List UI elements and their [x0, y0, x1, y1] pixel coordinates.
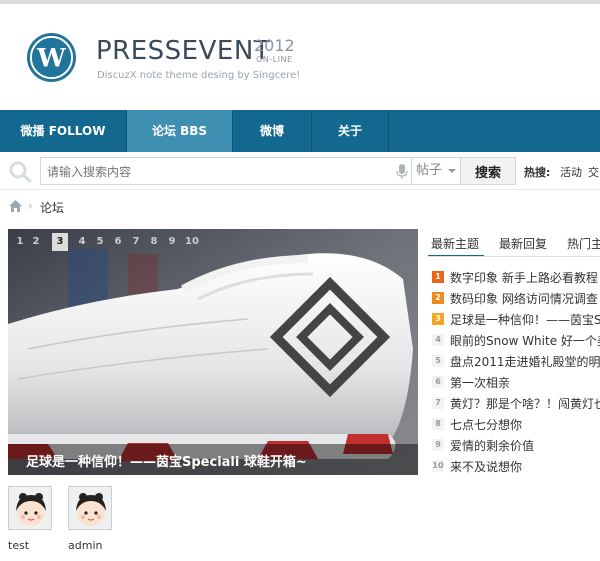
chevron-right-icon: › — [28, 199, 33, 213]
slide-caption-bar: 足球是一种信仰！——茵宝Speciali 球鞋开箱~ — [8, 444, 418, 475]
thread-item[interactable]: 6 第一次相亲 — [432, 373, 600, 394]
slide-number[interactable]: 1 — [12, 233, 28, 251]
hot-search-link[interactable]: 活动 — [560, 164, 582, 180]
tab-hot-threads[interactable]: 热门主 — [567, 235, 600, 252]
rank-badge: 1 — [432, 271, 444, 283]
site-tagline: DiscuzX note theme desing by Singcere! — [97, 70, 301, 81]
rank-badge: 6 — [432, 376, 444, 388]
avatar[interactable] — [8, 486, 52, 530]
rank-badge: 8 — [432, 418, 444, 430]
thread-list: 1 数字印象 新手上路必看教程 2 数码印象 网络访问情况调查 3 足球是一种信… — [432, 268, 600, 478]
thread-title[interactable]: 眼前的Snow White 好一个美人 — [450, 332, 600, 349]
image-slider[interactable]: 1 2 3 4 5 6 7 8 9 10 足球是一种信仰！——茵宝Special… — [8, 229, 418, 475]
wordpress-logo-icon[interactable]: W — [26, 32, 77, 83]
slide-image[interactable] — [8, 229, 418, 475]
thread-title[interactable]: 爱情的剩余价值 — [450, 437, 534, 454]
site-year: 2012 — [254, 36, 295, 55]
thread-item[interactable]: 9 爱情的剩余价值 — [432, 436, 600, 457]
thread-item[interactable]: 3 足球是一种信仰！——茵宝Spe — [432, 310, 600, 331]
nav-divider — [388, 110, 389, 152]
tab-latest-threads[interactable]: 最新主题 — [431, 235, 479, 252]
slide-number[interactable]: 10 — [184, 233, 200, 251]
slide-caption[interactable]: 足球是一种信仰！——茵宝Speciali 球鞋开箱~ — [26, 451, 307, 470]
rank-badge: 3 — [432, 313, 444, 325]
slide-number[interactable]: 6 — [110, 233, 126, 251]
slide-number[interactable]: 4 — [74, 233, 90, 251]
search-input[interactable] — [47, 162, 387, 182]
thread-title[interactable]: 来不及说想你 — [450, 458, 522, 475]
search-button[interactable]: 搜索 — [460, 157, 516, 185]
nav-item-bbs[interactable]: 论坛 BBS — [127, 110, 232, 152]
thread-title[interactable]: 数码印象 网络访问情况调查 — [450, 290, 598, 307]
tab-latest-replies[interactable]: 最新回复 — [499, 235, 547, 252]
hot-search-label: 热搜: — [524, 166, 551, 179]
home-icon[interactable] — [9, 200, 22, 212]
thread-item[interactable]: 8 七点七分想你 — [432, 415, 600, 436]
thread-item[interactable]: 2 数码印象 网络访问情况调查 — [432, 289, 600, 310]
thread-title[interactable]: 盘点2011走进婚礼殿堂的明星 — [450, 353, 600, 370]
site-header: W PRESSEVENT 2012 ON-LINE DiscuzX note t… — [0, 4, 600, 110]
rank-badge: 9 — [432, 439, 444, 451]
thread-item[interactable]: 1 数字印象 新手上路必看教程 — [432, 268, 600, 289]
rank-badge: 2 — [432, 292, 444, 304]
rank-badge: 7 — [432, 397, 444, 409]
nav-item-follow[interactable]: 微播 FOLLOW — [0, 110, 126, 152]
svg-text:W: W — [36, 43, 66, 73]
thread-title[interactable]: 足球是一种信仰！——茵宝Spe — [450, 311, 600, 328]
slide-number[interactable]: 9 — [164, 233, 180, 251]
thread-item[interactable]: 4 眼前的Snow White 好一个美人 — [432, 331, 600, 352]
thread-item[interactable]: 10 来不及说想你 — [432, 457, 600, 478]
slide-number[interactable]: 7 — [128, 233, 144, 251]
slide-number[interactable]: 8 — [146, 233, 162, 251]
search-icon — [9, 161, 32, 183]
search-scope-select[interactable]: 帖子 — [412, 157, 462, 185]
slide-number[interactable]: 5 — [92, 233, 108, 251]
thread-tabs: 最新主题 最新回复 热门主 — [428, 229, 600, 257]
thread-title[interactable]: 数字印象 新手上路必看教程 — [450, 269, 598, 286]
site-online-label: ON-LINE — [256, 55, 293, 64]
site-title[interactable]: PRESSEVENT — [96, 36, 270, 66]
chevron-down-icon — [448, 169, 456, 173]
breadcrumb-current[interactable]: 论坛 — [40, 199, 64, 216]
thread-item[interactable]: 5 盘点2011走进婚礼殿堂的明星 — [432, 352, 600, 373]
thread-title[interactable]: 第一次相亲 — [450, 374, 510, 391]
microphone-icon[interactable] — [396, 164, 408, 180]
nav-item-about[interactable]: 关于 — [312, 110, 388, 152]
thread-item[interactable]: 7 黄灯？那是个啥？！闯黄灯也要 — [432, 394, 600, 415]
search-box — [40, 157, 412, 185]
search-scope-value: 帖子 — [416, 163, 443, 178]
thread-title[interactable]: 七点七分想你 — [450, 416, 522, 433]
breadcrumb: › 论坛 — [0, 192, 600, 222]
search-bar: 帖子 搜索 热搜: 活动 交 — [0, 152, 600, 190]
thread-title[interactable]: 黄灯？那是个啥？！闯黄灯也要 — [450, 395, 600, 412]
user-name[interactable]: test — [8, 539, 29, 552]
slide-number[interactable]: 2 — [28, 233, 44, 251]
rank-badge: 5 — [432, 355, 444, 367]
avatar[interactable] — [68, 486, 112, 530]
avatar-face-icon — [9, 487, 51, 529]
avatar-face-icon — [69, 487, 111, 529]
main-nav: 微播 FOLLOW 论坛 BBS 微博 关于 — [0, 110, 600, 152]
nav-item-weibo[interactable]: 微博 — [233, 110, 311, 152]
user-name[interactable]: admin — [68, 539, 102, 552]
slide-number-active[interactable]: 3 — [52, 233, 68, 251]
rank-badge: 10 — [432, 460, 444, 472]
active-tab-indicator — [428, 255, 484, 256]
hot-search-link[interactable]: 交 — [588, 164, 599, 180]
rank-badge: 4 — [432, 334, 444, 346]
